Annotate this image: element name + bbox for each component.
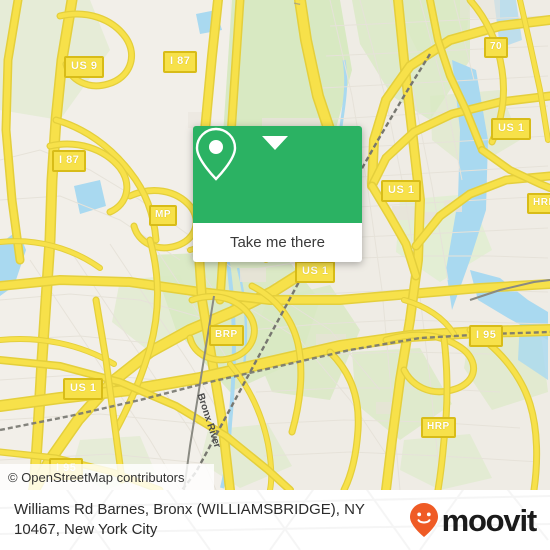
- route-shield: US 1: [295, 261, 336, 283]
- moovit-map-screenshot: .land{fill:#f2efe9} .land2{fill:#efece5}…: [0, 0, 550, 550]
- address-line-2: 10467, New York City: [14, 521, 158, 538]
- route-shield: US 1: [491, 118, 532, 140]
- address-text: Williams Rd Barnes, Bronx (WILLIAMSBRIDG…: [14, 500, 365, 540]
- take-me-there-button[interactable]: Take me there: [193, 223, 362, 262]
- route-shield: I 87: [52, 150, 87, 172]
- attribution-text: © OpenStreetMap contributors: [8, 469, 185, 485]
- callout-pointer: [262, 136, 288, 150]
- map-attribution[interactable]: © OpenStreetMap contributors: [0, 464, 214, 490]
- route-shield: I 95: [469, 325, 504, 347]
- footer-bar: Williams Rd Barnes, Bronx (WILLIAMSBRIDG…: [0, 490, 550, 550]
- moovit-wordmark: moovit: [441, 502, 538, 538]
- moovit-logo[interactable]: moovit: [409, 502, 538, 538]
- moovit-smiley-pin-icon: [409, 503, 438, 537]
- location-pin-icon: [195, 127, 237, 181]
- route-shield: US 1: [381, 180, 422, 202]
- route-shield: MP: [149, 205, 177, 226]
- route-shield: BRP: [209, 325, 244, 346]
- route-shield: HRP: [421, 417, 456, 438]
- map-canvas[interactable]: .land{fill:#f2efe9} .land2{fill:#efece5}…: [0, 0, 550, 490]
- route-shield: US 1: [63, 378, 104, 400]
- route-shield: US 9: [64, 56, 105, 78]
- route-shield: I 87: [163, 51, 198, 73]
- route-shield: HRP: [527, 193, 550, 214]
- take-me-there-label: Take me there: [229, 234, 326, 251]
- address-line-1: Williams Rd Barnes, Bronx (WILLIAMSBRIDG…: [14, 501, 365, 518]
- route-shield: 70: [484, 37, 509, 58]
